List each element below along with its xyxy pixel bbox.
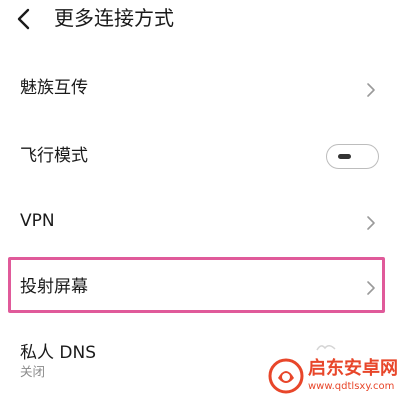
settings-item-label: 魅族互传 <box>20 78 88 98</box>
chevron-right-icon <box>367 83 375 97</box>
back-button[interactable] <box>14 7 36 31</box>
faded-icon <box>316 345 336 351</box>
settings-item-label: VPN <box>20 211 55 231</box>
chevron-right-icon <box>367 281 375 295</box>
watermark: 启东安卓网 www.qdtlsxy.com <box>268 356 398 396</box>
settings-item-vpn[interactable]: VPN <box>0 192 400 252</box>
watermark-url: www.qdtlsxy.com <box>308 381 395 392</box>
airplane-mode-toggle[interactable] <box>326 144 379 169</box>
settings-screen: 更多连接方式 魅族互传 飞行模式 VPN 投射屏幕 私人 DNS 关闭 启东安卓… <box>0 0 400 400</box>
settings-item-label: 私人 DNS <box>20 343 97 363</box>
settings-item-value: 关闭 <box>20 364 46 379</box>
settings-item-airplane-mode[interactable]: 飞行模式 <box>0 126 400 186</box>
back-arrow-icon[interactable] <box>14 7 36 31</box>
settings-item-meizu-share[interactable]: 魅族互传 <box>0 60 400 120</box>
settings-item-screen-cast[interactable]: 投射屏幕 <box>0 257 400 317</box>
page-title: 更多连接方式 <box>54 6 174 30</box>
settings-item-label: 投射屏幕 <box>20 277 88 297</box>
toggle-knob <box>338 154 351 159</box>
settings-item-label: 飞行模式 <box>20 146 88 166</box>
watermark-logo-icon <box>268 358 304 394</box>
header: 更多连接方式 <box>0 0 400 40</box>
watermark-title: 启东安卓网 <box>308 358 398 379</box>
chevron-right-icon <box>367 216 375 230</box>
